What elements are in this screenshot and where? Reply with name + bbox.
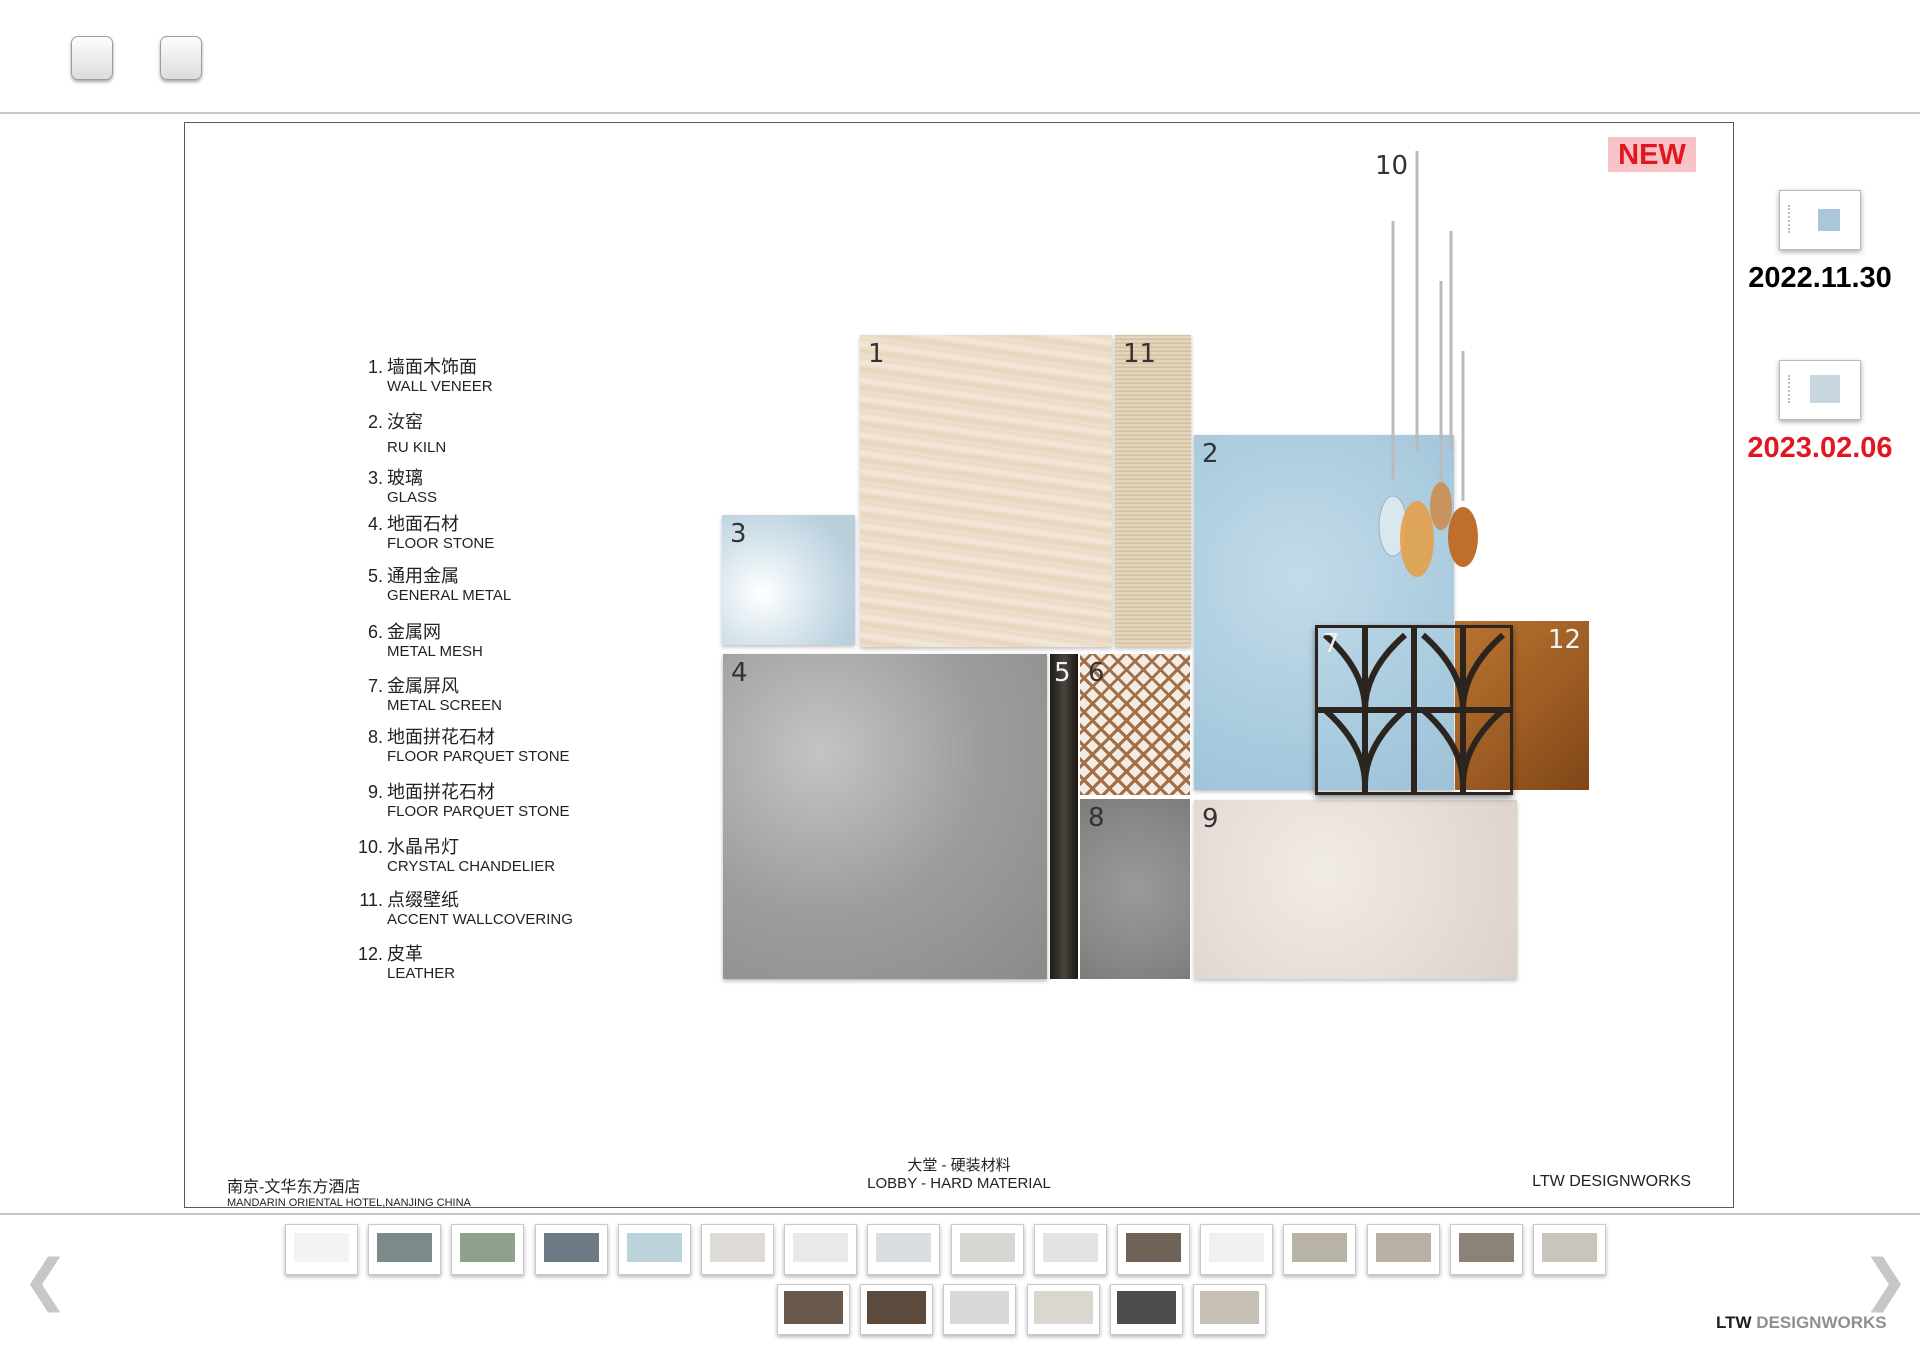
slide-thumbnail[interactable] [368, 1224, 441, 1275]
material-board-slide: NEW 1. 墙面木饰面 WALL VENEER 2. 汝窑 RU KILN 3. 玻… [184, 122, 1734, 1208]
slide-thumbnail[interactable] [451, 1224, 524, 1275]
version-item[interactable]: 2023.02.06 [1740, 360, 1900, 465]
swatch-metal-mesh: 6 [1080, 654, 1190, 795]
version-thumbnail[interactable] [1779, 360, 1861, 420]
filmstrip-divider [0, 1213, 1920, 1215]
swatch-floor-parquet-stone-9: 9 [1194, 800, 1517, 979]
legend-item: 9. 地面拼花石材 FLOOR PARQUET STONE [367, 782, 570, 820]
legend-item: 11. 点缀壁纸 ACCENT WALLCOVERING [359, 890, 573, 928]
slide-thumbnail[interactable] [1200, 1224, 1273, 1275]
version-date-active[interactable]: 2023.02.06 [1740, 432, 1900, 465]
slide-thumbnail[interactable] [777, 1284, 850, 1335]
slide-thumbnail[interactable] [701, 1224, 774, 1275]
slide-thumbnail[interactable] [1283, 1224, 1356, 1275]
firm-name: LTW DESIGNWORKS [1532, 1173, 1691, 1190]
legend-item: 8. 地面拼花石材 FLOOR PARQUET STONE [367, 727, 570, 765]
legend-item: 10. 水晶吊灯 CRYSTAL CHANDELIER [357, 837, 556, 875]
swatch-number: 8 [1088, 803, 1105, 833]
swatch-number: 6 [1088, 658, 1105, 688]
swatch-accent-wallcovering: 11 [1115, 335, 1191, 647]
slide-thumbnail[interactable] [1450, 1224, 1523, 1275]
legend-item: 3. 玻璃 GLASS [367, 468, 438, 506]
chandelier-drops-icon [1378, 151, 1478, 577]
swatch-floor-stone: 4 [723, 654, 1047, 979]
swatch-general-metal: 5 [1050, 654, 1078, 979]
legend-item: 12. 皮革 LEATHER [357, 944, 456, 982]
legend-item: 4. 地面石材 FLOOR STONE [367, 514, 495, 552]
slide-thumbnail[interactable] [951, 1224, 1024, 1275]
slide-thumbnail[interactable] [867, 1224, 940, 1275]
slide-thumbnail[interactable] [1117, 1224, 1190, 1275]
toolbar-button-1[interactable] [71, 36, 113, 80]
slide-thumbnail[interactable] [618, 1224, 691, 1275]
swatch-glass: 3 [722, 515, 855, 645]
legend-item: 1. 墙面木饰面 WALL VENEER [367, 357, 493, 395]
version-item[interactable]: 2022.11.30 [1740, 190, 1900, 295]
legend-item: 2. 汝窑 RU KILN [367, 412, 447, 456]
slide-thumbnail[interactable] [784, 1224, 857, 1275]
brand-logo: LTW DESIGNWORKS [1716, 1313, 1887, 1332]
swatch-number: 10 [1375, 151, 1409, 181]
chevron-left-icon[interactable]: ❮ [22, 1248, 69, 1313]
metal-screen-pattern-icon [1315, 625, 1513, 795]
swatch-number: 4 [731, 658, 748, 688]
swatch-number: 7 [1323, 629, 1340, 659]
swatch-number: 3 [730, 519, 747, 549]
legend-item: 6. 金属网 METAL MESH [367, 622, 483, 660]
slide-thumbnail[interactable] [1034, 1224, 1107, 1275]
swatch-number: 5 [1054, 658, 1071, 688]
slide-title: 大堂 - 硬装材料 LOBBY - HARD MATERIAL [867, 1157, 1051, 1192]
swatch-floor-parquet-stone-8: 8 [1080, 799, 1190, 979]
slide-thumbnail[interactable] [1110, 1284, 1183, 1335]
slide-thumbnail[interactable] [535, 1224, 608, 1275]
swatch-metal-screen: 7 [1315, 625, 1513, 795]
legend-item: 7. 金属屏风 METAL SCREEN [367, 676, 503, 714]
slide-thumbnail[interactable] [943, 1284, 1016, 1335]
legend-item: 5. 通用金属 GENERAL METAL [367, 566, 512, 604]
slide-thumbnail[interactable] [1193, 1284, 1266, 1335]
slide-thumbnail[interactable] [1533, 1224, 1606, 1275]
new-badge: NEW [1608, 137, 1696, 172]
swatch-number: 2 [1202, 439, 1219, 469]
version-thumbnail[interactable] [1779, 190, 1861, 250]
top-toolbar [0, 0, 1920, 114]
crystal-chandelier-image: 10 [1375, 151, 1555, 611]
chevron-right-icon[interactable]: ❯ [1862, 1248, 1909, 1313]
toolbar-button-2[interactable] [160, 36, 202, 80]
slide-thumbnail[interactable] [1027, 1284, 1100, 1335]
swatch-number: 11 [1123, 339, 1157, 369]
swatch-number: 12 [1547, 625, 1581, 655]
swatch-number: 9 [1202, 804, 1219, 834]
version-date[interactable]: 2022.11.30 [1740, 262, 1900, 295]
slide-thumbnail[interactable] [1367, 1224, 1440, 1275]
swatch-wall-veneer: 1 [860, 335, 1112, 647]
slide-thumbnail[interactable] [285, 1224, 358, 1275]
swatch-number: 1 [868, 339, 885, 369]
slide-thumbnail[interactable] [860, 1284, 933, 1335]
